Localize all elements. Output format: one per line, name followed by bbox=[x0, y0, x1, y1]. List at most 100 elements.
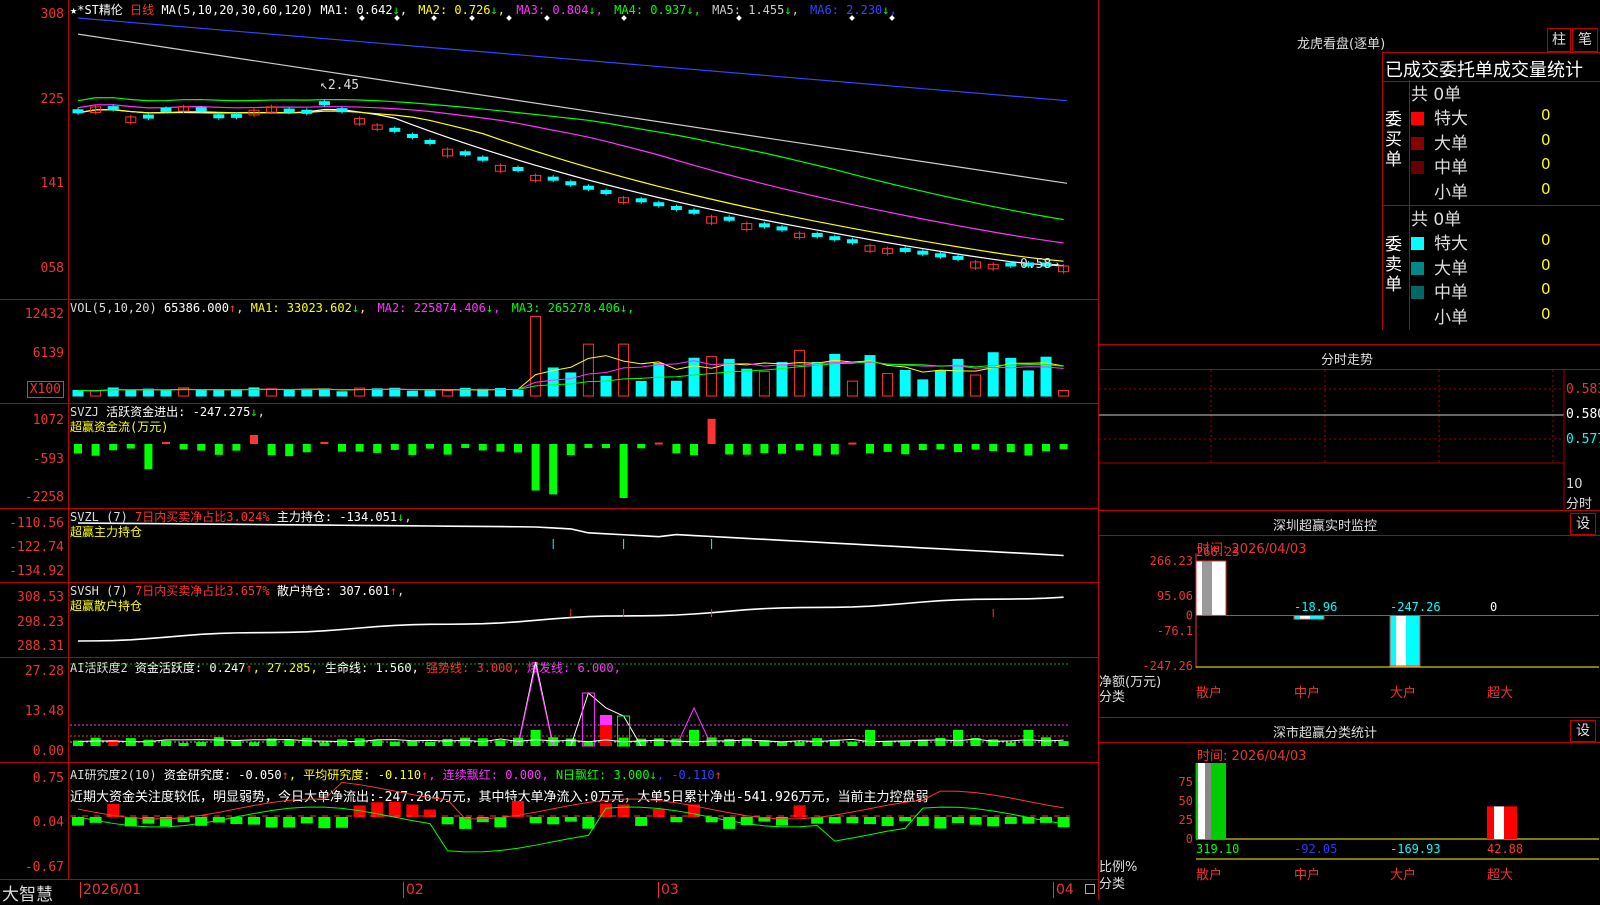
svzl-panel[interactable]: SVZL (7) 7日内买卖净占比3.024% 主力持仓: -134.051↓,… bbox=[0, 509, 1098, 583]
stats-category-label: 中户 bbox=[1294, 867, 1320, 883]
activity-bar bbox=[372, 740, 383, 746]
lhb-tabs-text[interactable]: 已成交委托单成交量统计 bbox=[1385, 56, 1583, 82]
vol-y-label: 12432 bbox=[24, 307, 64, 322]
lhb-tabs[interactable]: 已成交委托单成交量统计 bbox=[1382, 52, 1600, 82]
research-bar bbox=[195, 817, 208, 826]
svzl-axis: -110.56 -122.74 -134.92 bbox=[0, 509, 69, 582]
research-bar bbox=[529, 817, 542, 824]
activity-bar bbox=[583, 742, 594, 746]
fund-flow-bar bbox=[918, 444, 927, 451]
research-bar bbox=[265, 817, 278, 828]
monitor-bar-shade bbox=[1202, 561, 1212, 616]
fund-flow-bar bbox=[760, 444, 769, 454]
volume-bar bbox=[582, 343, 594, 397]
ai1-y-label: 27.28 bbox=[24, 664, 64, 679]
ma6-line bbox=[77, 17, 1068, 102]
order-count: 0 bbox=[1541, 304, 1551, 323]
research-bar bbox=[934, 817, 947, 829]
candle-body bbox=[565, 181, 577, 186]
volume-bar bbox=[301, 388, 313, 397]
order-count: 0 bbox=[1541, 155, 1551, 173]
svzj-panel[interactable]: SVZJ 活跃资金进出: -247.275↓, 超赢资金流(万元) bbox=[0, 404, 1098, 509]
fund-flow-bar bbox=[1059, 444, 1068, 450]
research-bar bbox=[318, 817, 331, 829]
fund-flow-bar bbox=[883, 444, 892, 452]
price-panel[interactable]: ★*ST精伦 日线 MA(5,10,20,30,60,120) MA1: 0.6… bbox=[0, 0, 1098, 300]
ma4-line bbox=[77, 97, 1064, 221]
lhb-tick-button[interactable]: 笔 bbox=[1572, 28, 1598, 52]
fenshi-y-label: 0.583 bbox=[1566, 382, 1600, 397]
volume-bar bbox=[917, 379, 929, 397]
fund-flow-bar bbox=[778, 444, 786, 454]
fund-flow-bar bbox=[954, 444, 962, 453]
order-row: 大单 0 bbox=[1411, 129, 1551, 154]
monitor-bar-shade bbox=[1396, 615, 1406, 666]
volume-bar bbox=[1058, 390, 1070, 397]
sz-monitor-panel[interactable]: 深圳超赢实时监控 设 时间: 2026/04/03 净额(万元) 分类 266.… bbox=[1099, 511, 1600, 718]
order-size-label: 大单 bbox=[1434, 258, 1468, 279]
volume-bar bbox=[600, 375, 612, 397]
fund-flow-bar bbox=[338, 444, 346, 452]
candle-body bbox=[406, 133, 418, 138]
stats-bar-stripe bbox=[1494, 806, 1504, 839]
lhb-bar-button[interactable]: 柱 bbox=[1547, 28, 1571, 52]
ai-activity-panel[interactable]: AI活跃度2 资金活跃度: 0.247↑, 27.285, 生命线: 1.560… bbox=[0, 658, 1098, 763]
candle-body bbox=[670, 206, 682, 211]
candle-body bbox=[336, 108, 348, 113]
fenshi-panel[interactable]: 分时走势 0.583 0.580 0.577 10 分时 bbox=[1099, 345, 1600, 512]
color-swatch-icon bbox=[1411, 261, 1424, 275]
stats-y-label: 0 bbox=[1186, 832, 1193, 846]
candle-body bbox=[776, 226, 788, 231]
fund-flow-bar bbox=[584, 444, 593, 448]
high-label: ↖2.45 bbox=[320, 78, 359, 93]
vol-unit-label: X100 bbox=[26, 381, 64, 398]
volume-bar bbox=[160, 390, 172, 397]
research-bar bbox=[300, 817, 313, 824]
fund-flow-bar bbox=[989, 444, 998, 452]
ai-research-panel[interactable]: AI研究度2(10) 资金研究度: -0.050↑, 平均研究度: -0.110… bbox=[0, 763, 1098, 880]
fund-flow-bar bbox=[478, 444, 487, 451]
event-marker bbox=[544, 15, 550, 21]
activity-bar bbox=[213, 737, 224, 746]
fund-flow-bar bbox=[250, 435, 258, 444]
research-bar bbox=[1004, 817, 1017, 824]
order-count: 0 bbox=[1541, 106, 1551, 124]
monitor-y-label: 95.06 bbox=[1157, 589, 1193, 603]
fund-flow-bar bbox=[1024, 444, 1033, 456]
fund-flow-bar bbox=[549, 444, 558, 495]
candle-body bbox=[72, 109, 84, 114]
candle-body bbox=[318, 101, 330, 106]
activity-bar bbox=[741, 738, 752, 746]
order-count: 0 bbox=[1541, 179, 1551, 198]
activity-bar bbox=[284, 739, 295, 746]
lhb-label-divider bbox=[1409, 80, 1410, 330]
activity-bar bbox=[231, 740, 242, 746]
volume-panel[interactable]: VOL(5,10,20) 65386.000↑, MA1: 33023.602↓… bbox=[0, 300, 1098, 404]
sz-stats-panel[interactable]: 深市超赢分类统计 设 时间: 2026/04/03 比例% 分类 75 50 25 0… bbox=[1099, 718, 1600, 900]
fund-flow-bar bbox=[443, 444, 452, 455]
candle-body bbox=[635, 198, 647, 203]
color-swatch-icon bbox=[1411, 136, 1424, 150]
ai2-y-label: 0.04 bbox=[32, 815, 64, 830]
activity-bar bbox=[407, 741, 418, 746]
monitor-category-label: 中户 bbox=[1294, 685, 1320, 701]
order-size-label: 特大 bbox=[1434, 234, 1468, 254]
x-label: 03 bbox=[658, 882, 679, 898]
spike-box bbox=[581, 692, 595, 747]
candle-body bbox=[547, 176, 559, 181]
svzl-y-label: -122.74 bbox=[9, 540, 64, 555]
candle-body bbox=[811, 233, 823, 238]
svzl-y-label: -134.92 bbox=[9, 564, 64, 579]
fund-flow-bar bbox=[531, 444, 540, 491]
svsh-panel[interactable]: SVSH (7) 7日内买卖净占比3.657% 散户持仓: 307.601↑, … bbox=[0, 583, 1098, 658]
lock-icon[interactable] bbox=[1085, 884, 1095, 894]
event-marker bbox=[849, 15, 855, 21]
volume-bar bbox=[406, 390, 418, 397]
ai-activity-axis: 27.28 13.48 0.00 bbox=[0, 658, 69, 762]
activity-bar bbox=[389, 741, 400, 746]
volume-bar bbox=[195, 389, 207, 397]
stats-category-label: 超大 bbox=[1487, 868, 1513, 883]
fund-flow-bar bbox=[971, 444, 980, 450]
order-count: 0 bbox=[1541, 280, 1551, 298]
low-label: 0.58→ bbox=[1020, 257, 1059, 272]
